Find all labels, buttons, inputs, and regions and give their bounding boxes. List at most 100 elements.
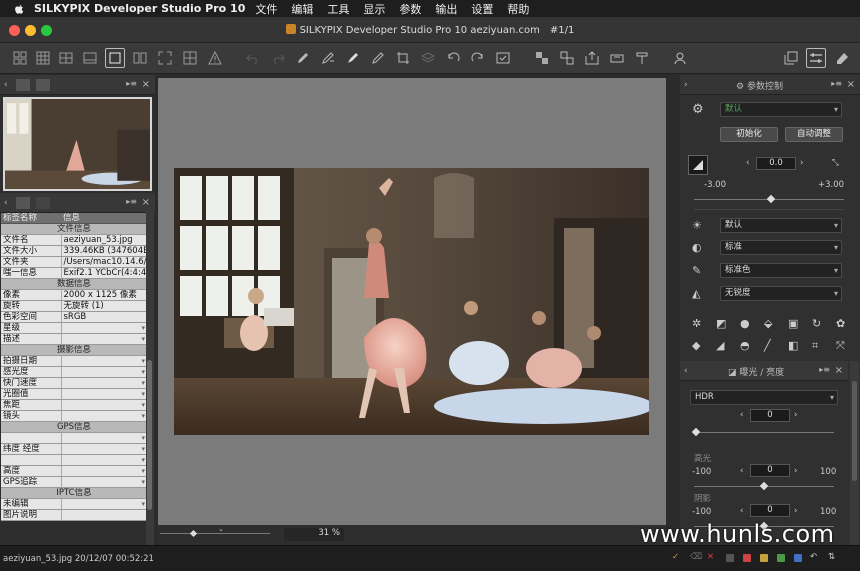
curve-icon[interactable]: ◩ [716,317,726,330]
paste-icon[interactable] [318,48,338,68]
info-row-value[interactable]: 无旋转 (1) [61,300,147,313]
layers-icon[interactable]: ◧ [788,339,798,352]
exposure-mode-select[interactable]: HDR [690,390,838,405]
info-row-value[interactable] [61,498,147,510]
menu-settings[interactable]: 设置 [471,1,493,17]
close-panel-icon[interactable]: × [142,79,150,90]
drop-icon[interactable]: ◆ [692,339,700,352]
menu-file[interactable]: 文件 [255,1,277,17]
collapse-arrow-icon[interactable]: ‹ [684,366,688,376]
decrement-arrow-icon[interactable]: ‹ [740,466,743,476]
sun-icon[interactable]: ☀ [692,219,702,232]
filmstrip-view-icon[interactable] [80,48,100,68]
menu-view[interactable]: 显示 [363,1,385,17]
params-scrollbar[interactable] [850,361,859,545]
eyedropper-icon[interactable]: ✎ [692,264,701,277]
info-row-value[interactable] [61,322,147,335]
info-row-value[interactable] [61,454,147,466]
crop-icon[interactable] [393,48,413,68]
exposure-slider-knob[interactable] [766,194,776,204]
panel-menu-icon[interactable]: ▸≡ [819,365,830,374]
apple-icon[interactable] [12,3,26,15]
develop-icon[interactable] [557,48,577,68]
menu-tools[interactable]: 工具 [327,1,349,17]
guide-grid-icon[interactable] [180,48,200,68]
sharpness-select[interactable]: 无锐度 [720,286,842,301]
info-row-value[interactable]: sRGB [61,311,147,324]
info-row-value[interactable] [61,432,147,444]
zoom-level[interactable]: 31 % [284,528,344,541]
reject-icon[interactable]: ✕ [707,552,714,562]
info-row-value[interactable] [61,388,147,401]
decrement-arrow-icon[interactable]: ‹ [740,410,743,420]
retouch-icon[interactable] [368,48,388,68]
decrement-arrow-icon[interactable]: ‹ [740,506,743,516]
panel-menu-icon[interactable]: ▸≡ [126,197,137,206]
label-yellow-icon[interactable] [760,554,768,562]
rotate-left-icon[interactable] [443,48,463,68]
info-row-value[interactable] [61,410,147,423]
eraser-icon[interactable] [832,48,852,68]
auto-adjust-button[interactable]: 自动调整 [785,127,843,142]
initialize-button[interactable]: 初始化 [720,127,778,142]
settings-grid-icon[interactable] [10,48,30,68]
image-canvas[interactable] [158,78,666,525]
thumbnail-view-icon[interactable] [56,48,76,68]
pin-icon[interactable] [35,78,50,91]
close-panel-icon[interactable]: × [835,365,843,376]
crop-icon[interactable]: ⌗ [812,339,818,353]
info-row-value[interactable] [61,509,147,521]
brush-tool-icon[interactable] [293,48,313,68]
info-row-value[interactable]: 339.46KB (347604B [61,245,147,258]
scrollbar-thumb[interactable] [852,381,857,481]
undo-icon[interactable] [243,48,263,68]
sort-icon[interactable]: ⇅ [828,552,835,562]
info-row-value[interactable] [61,399,147,412]
sharpness-icon[interactable]: ◭ [692,287,700,300]
contrast-icon[interactable]: ◐ [692,241,702,254]
tone-select[interactable]: 标准 [720,240,842,255]
highlight-value[interactable]: 0 [750,464,790,477]
compare-view-icon[interactable] [130,48,150,68]
zoom-slider-track[interactable] [160,533,270,534]
increment-arrow-icon[interactable]: › [800,158,803,168]
batch-icon[interactable] [532,48,552,68]
settings-gear-icon[interactable]: ⚙ [692,102,704,117]
white-balance-select[interactable]: 默认 [720,218,842,233]
hammer-icon[interactable] [632,48,652,68]
increment-arrow-icon[interactable]: › [794,506,797,516]
info-row-value[interactable] [61,333,147,346]
fullscreen-icon[interactable] [155,48,175,68]
sliders-icon[interactable] [806,48,826,68]
frame-icon[interactable]: ▣ [788,317,798,330]
navigator-icon[interactable] [15,78,30,91]
auto-exposure-icon[interactable]: ⤡ [832,158,839,168]
refresh-icon[interactable]: ↻ [812,317,821,330]
grid-view-icon[interactable] [33,48,53,68]
close-panel-icon[interactable]: × [142,197,150,208]
increment-arrow-icon[interactable]: › [794,410,797,420]
warning-icon[interactable] [205,48,225,68]
duplicate-icon[interactable] [781,48,801,68]
preset-select[interactable]: 默认 [720,102,842,117]
app-menu[interactable]: SILKYPIX Developer Studio Pro 10 [34,2,245,15]
close-panel-icon[interactable]: × [847,79,855,90]
highlight-slider-knob[interactable] [759,481,769,491]
zoom-slider-knob[interactable] [189,529,198,538]
menu-parameters[interactable]: 参数 [399,1,421,17]
chevron-down-icon[interactable]: ⌄ [218,525,224,533]
mark-icon[interactable] [493,48,513,68]
comment-icon[interactable] [15,196,30,209]
info-row-value[interactable] [61,366,147,379]
scrollbar-thumb[interactable] [147,360,152,510]
menu-edit[interactable]: 编辑 [291,1,313,17]
user-icon[interactable] [670,48,690,68]
menu-help[interactable]: 帮助 [507,1,529,17]
info-row-value[interactable] [61,476,147,488]
fill-icon[interactable]: ⬙ [764,317,772,330]
info-row-value[interactable] [61,443,147,455]
pen-tool-icon[interactable] [343,48,363,68]
hdr-slider-knob[interactable] [691,427,701,437]
shadow-value[interactable]: 0 [750,504,790,517]
info-row-value[interactable] [61,377,147,390]
